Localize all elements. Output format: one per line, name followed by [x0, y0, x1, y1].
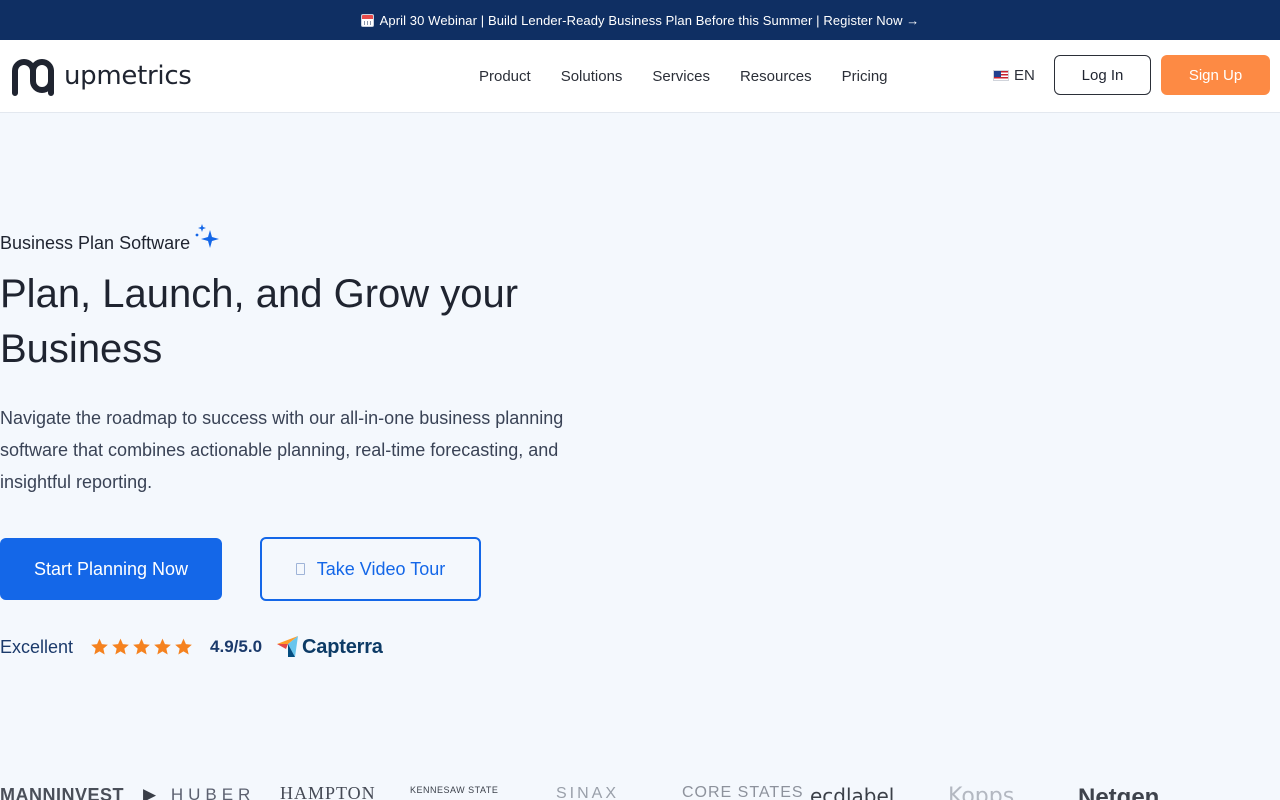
client-logos-strip: MANNINVEST ▶ HUBER HAMPTON KENNESAW STAT…: [0, 784, 1280, 800]
nav-solutions[interactable]: Solutions: [561, 68, 623, 85]
nav-services[interactable]: Services: [652, 68, 710, 85]
announcement-text[interactable]: April 30 Webinar | Build Lender-Ready Bu…: [380, 13, 920, 28]
capterra-badge[interactable]: Capterra: [276, 635, 383, 659]
language-selector[interactable]: EN: [993, 67, 1035, 84]
signup-button[interactable]: Sign Up: [1161, 55, 1270, 95]
brand-wordmark: upmetrics: [64, 61, 192, 91]
us-flag-icon: [993, 70, 1009, 81]
capterra-logo-icon: [277, 636, 299, 657]
hero-description: Navigate the roadmap to success with our…: [0, 408, 564, 492]
login-button[interactable]: Log In: [1054, 55, 1151, 95]
client-logo: SINAX: [556, 785, 620, 800]
client-logo: CORE STATES: [682, 784, 804, 800]
star-icon: [91, 638, 108, 655]
star-icon: [175, 638, 192, 655]
client-logo: HAMPTON: [280, 784, 376, 800]
calendar-icon: [360, 13, 374, 27]
site-header: upmetrics Product Solutions Services Res…: [0, 40, 1280, 113]
play-icon: [295, 563, 305, 575]
star-icon: [154, 638, 171, 655]
start-planning-button[interactable]: Start Planning Now: [0, 538, 222, 600]
star-icon: [133, 638, 150, 655]
rating-score: 4.9/5.0: [210, 637, 263, 656]
nav-pricing[interactable]: Pricing: [842, 68, 888, 85]
play-mark-icon: ▶: [143, 785, 162, 800]
rating-stars: [89, 637, 194, 657]
sparkle-icon: [195, 224, 220, 248]
client-logo: Netgen: [1078, 784, 1160, 800]
client-logo: ▶ HUBER: [143, 786, 255, 800]
video-tour-button[interactable]: Take Video Tour: [260, 537, 481, 601]
brand-logo[interactable]: upmetrics: [10, 55, 192, 97]
rating-row: Excellent 4.9/5.0 Capterra: [0, 634, 383, 660]
nav-resources[interactable]: Resources: [740, 68, 812, 85]
client-logo-text: HUBER: [170, 785, 256, 800]
capterra-name: Capterra: [302, 635, 383, 658]
star-icon: [112, 638, 129, 655]
language-label: EN: [1014, 67, 1035, 84]
hero-eyebrow: Business Plan Software: [0, 222, 222, 252]
hero-title: Plan, Launch, and Grow your Business: [0, 272, 519, 371]
upmetrics-logo-icon: [12, 59, 54, 96]
client-logo: Kopps: [948, 784, 1015, 800]
rating-label: Excellent: [0, 636, 74, 657]
client-logo: ecdlabel: [810, 784, 895, 800]
client-logo: MANNINVEST: [0, 785, 125, 800]
nav-product[interactable]: Product: [479, 68, 531, 85]
eyebrow-text: Business Plan Software: [0, 233, 191, 253]
video-tour-label: Take Video Tour: [316, 558, 446, 579]
main-nav: Product Solutions Services Resources Pri…: [479, 40, 888, 112]
client-logo: KENNESAW STATE: [410, 785, 499, 795]
announcement-bar[interactable]: April 30 Webinar | Build Lender-Ready Bu…: [0, 0, 1280, 40]
